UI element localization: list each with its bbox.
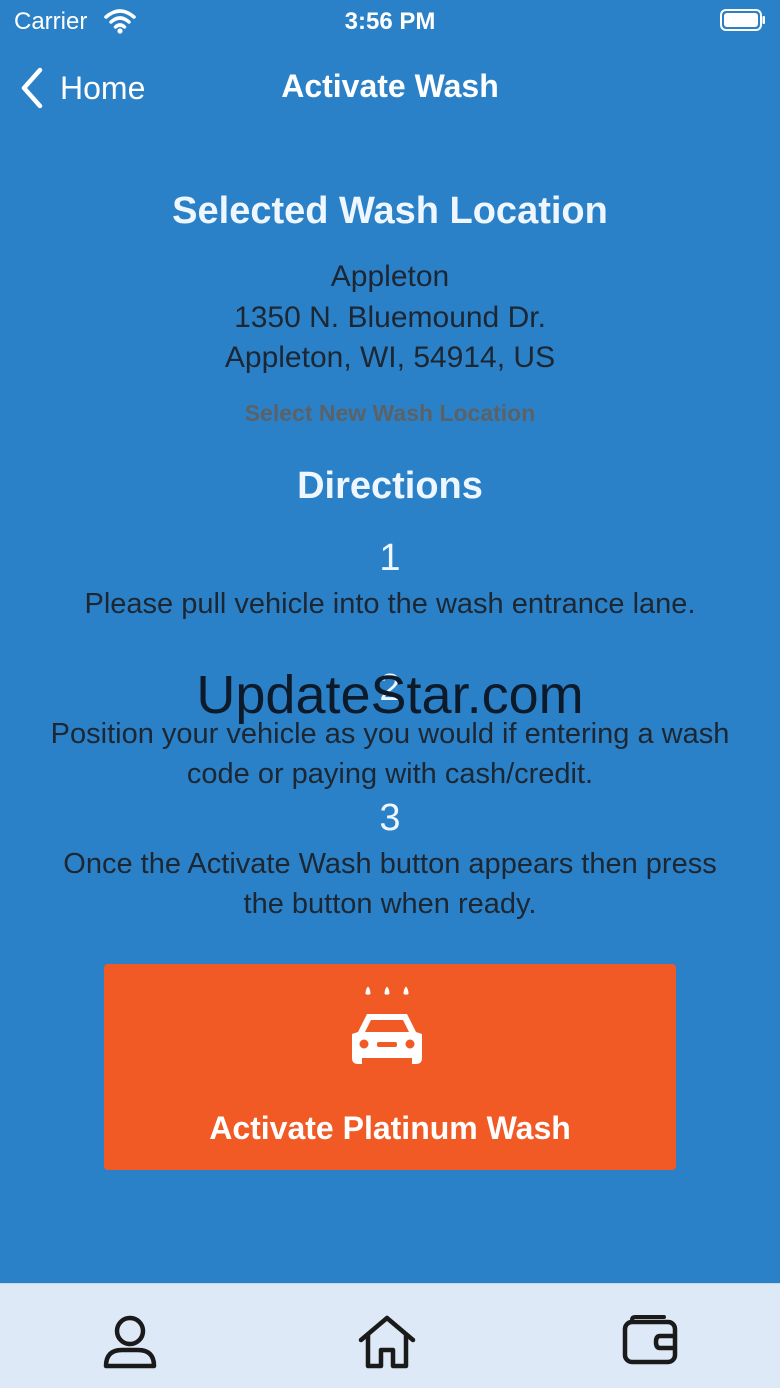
nav-bar: Home Activate Wash: [0, 56, 780, 120]
clock: 3:56 PM: [344, 8, 436, 35]
location-street: 1350 N. Bluemound Dr.: [234, 301, 546, 334]
step-number: 1: [379, 537, 401, 579]
watermark: UpdateStar.com: [196, 665, 584, 725]
home-icon: [358, 1315, 416, 1369]
directions-heading: Directions: [297, 465, 483, 507]
tab-home[interactable]: [357, 1312, 417, 1372]
activate-button-label: Activate Platinum Wash: [209, 1110, 571, 1146]
step-text: Once the Activate Wash button appears th…: [63, 848, 717, 920]
tab-wallet[interactable]: [620, 1312, 680, 1372]
location-heading: Selected Wash Location: [172, 190, 608, 232]
step-text: Please pull vehicle into the wash entran…: [84, 588, 696, 620]
step-number: 3: [379, 797, 401, 839]
select-new-location-link[interactable]: Select New Wash Location: [0, 400, 780, 427]
location-city: Appleton, WI, 54914, US: [224, 341, 556, 374]
tab-profile[interactable]: [100, 1312, 160, 1372]
step-text: Position your vehicle as you would if en…: [50, 718, 730, 790]
car-wash-icon: [352, 986, 422, 1064]
battery-icon: [720, 9, 765, 31]
tab-bar: [0, 1283, 780, 1388]
wallet-icon: [622, 1315, 678, 1365]
location-name: Appleton: [330, 260, 450, 293]
status-bar: Carrier 3:56 PM: [0, 0, 780, 44]
person-icon: [103, 1315, 157, 1369]
page-title: Activate Wash: [281, 68, 499, 104]
